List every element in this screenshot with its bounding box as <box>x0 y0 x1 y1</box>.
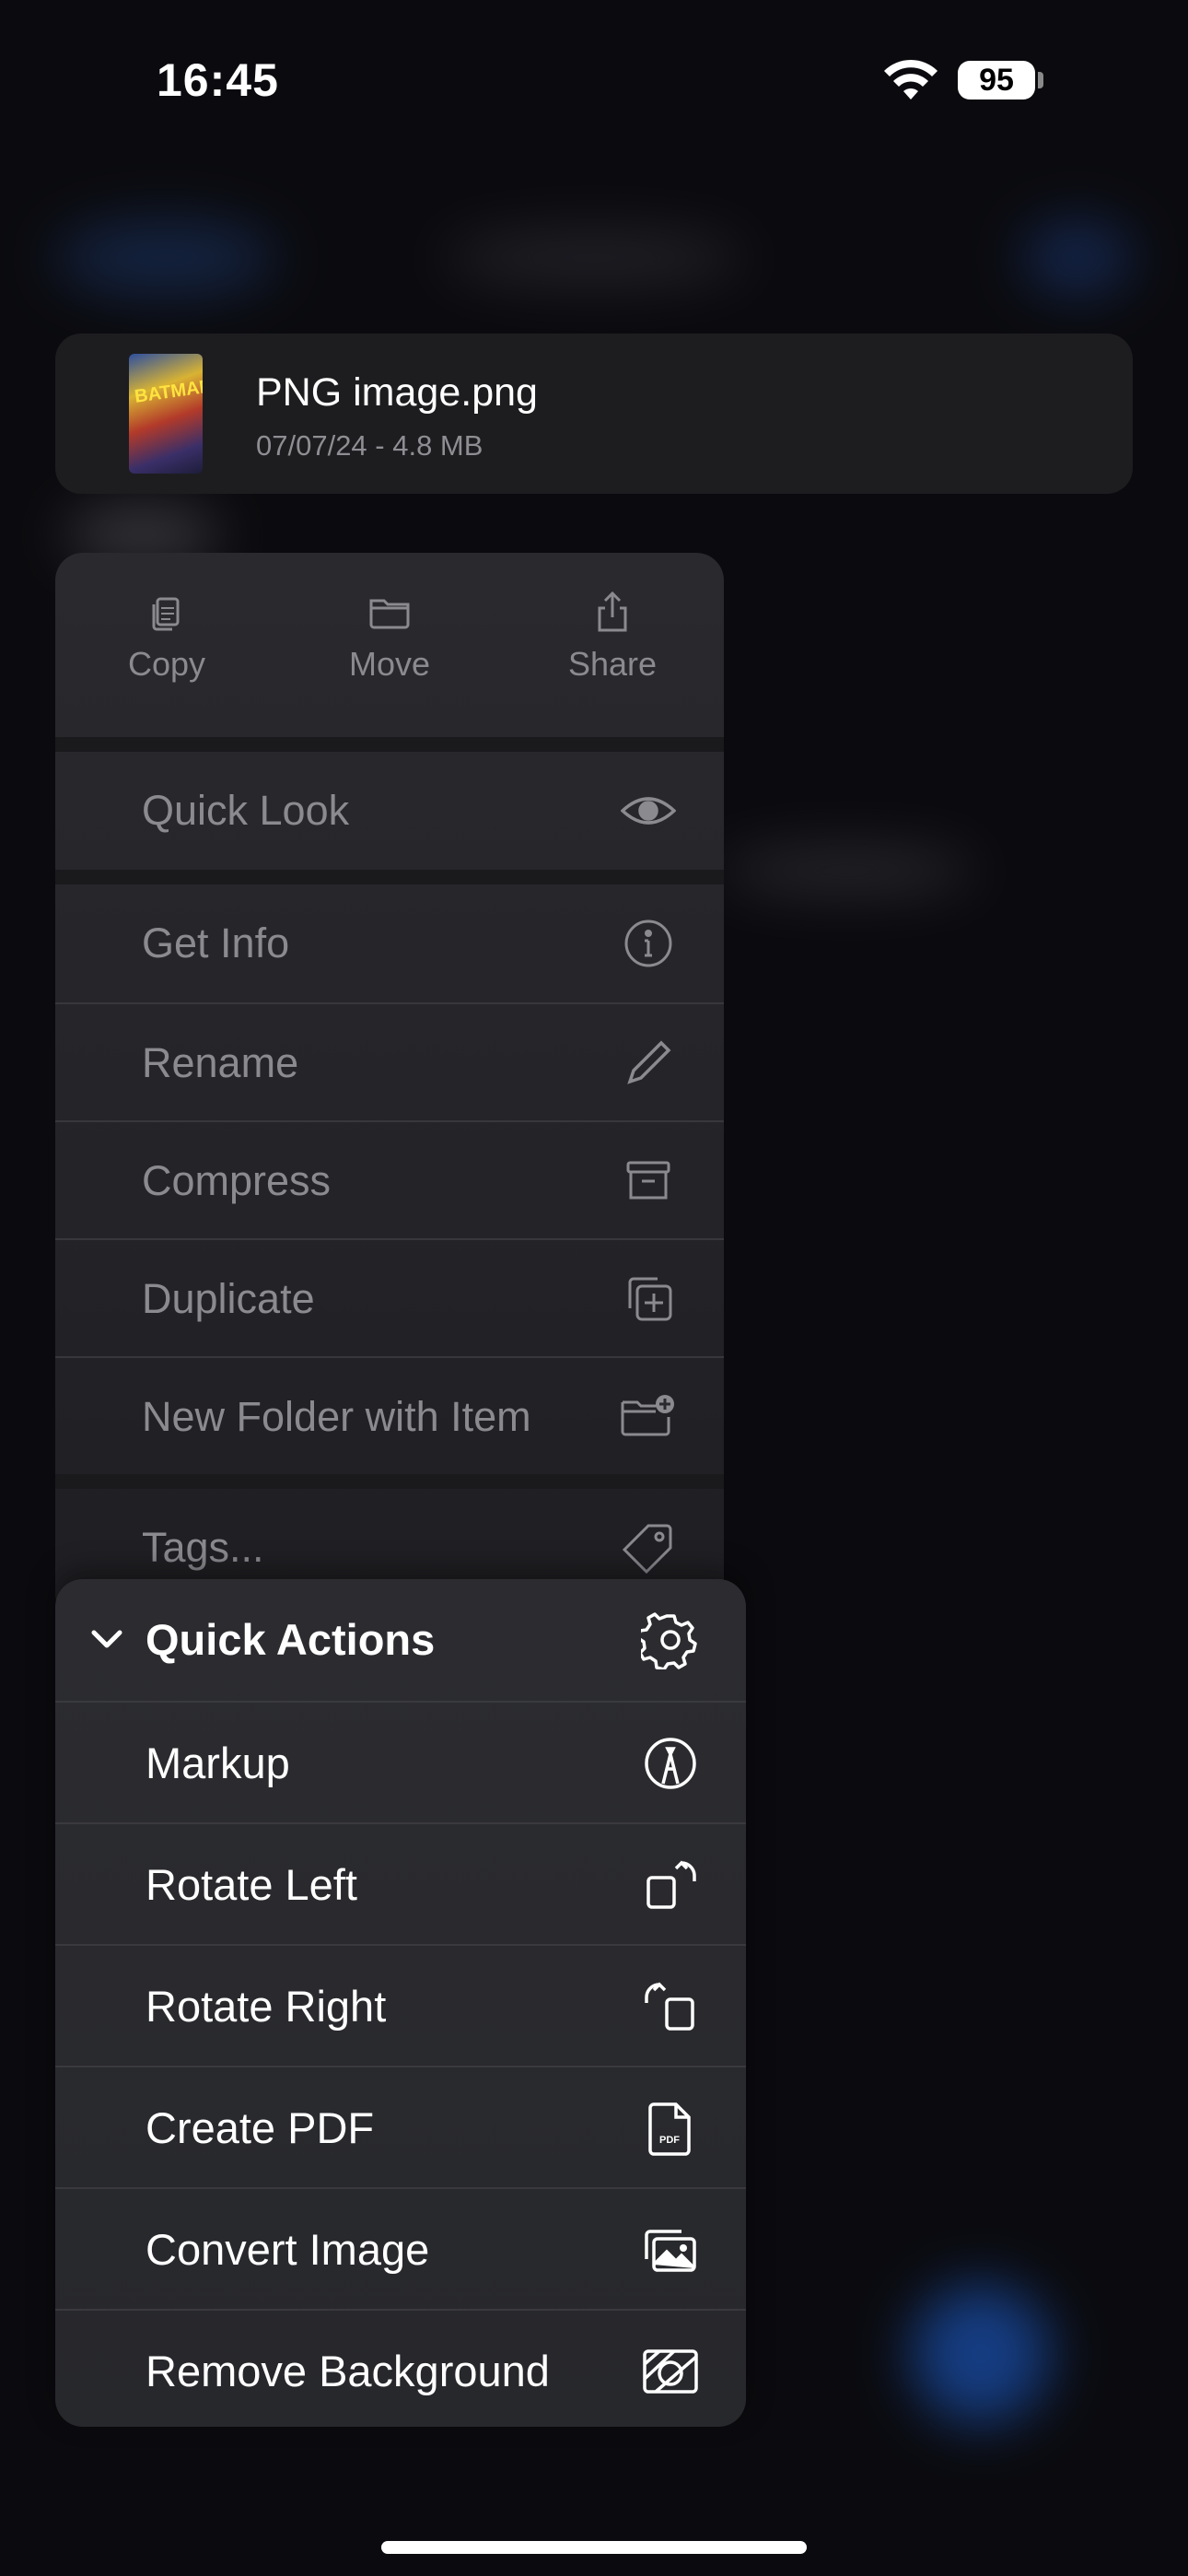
quick-action-create-pdf[interactable]: Create PDF PDF <box>55 2066 746 2189</box>
quick-actions-panel: Quick Actions Markup Rotate Left Rotate … <box>55 1579 746 2427</box>
file-meta: 07/07/24 - 4.8 MB <box>256 429 483 462</box>
share-icon <box>598 591 627 632</box>
info-icon <box>624 919 672 967</box>
share-button[interactable]: Share <box>501 553 724 737</box>
menu-divider <box>55 1474 724 1489</box>
chevron-down-icon <box>91 1630 122 1648</box>
photos-icon <box>645 2230 696 2272</box>
quick-action-rotate-left[interactable]: Rotate Left <box>55 1822 746 1946</box>
duplicate-icon <box>628 1277 672 1321</box>
folder-plus-icon <box>621 1395 674 1436</box>
eye-icon <box>621 797 676 825</box>
battery-indicator: 95 <box>958 61 1035 100</box>
copy-icon <box>152 597 180 631</box>
quick-action-remove-background[interactable]: Remove Background <box>55 2309 746 2427</box>
file-name: PNG image.png <box>256 370 538 415</box>
menu-item-get-info[interactable]: Get Info <box>55 884 724 1002</box>
markup-icon <box>645 1738 696 1789</box>
pdf-document-icon: PDF <box>648 2102 691 2156</box>
gear-icon <box>641 1612 697 1669</box>
rotate-right-icon <box>645 1982 694 2031</box>
menu-item-quick-look[interactable]: Quick Look <box>55 752 724 870</box>
pencil-icon <box>627 1040 671 1084</box>
move-button[interactable]: Move <box>278 553 501 737</box>
svg-text:PDF: PDF <box>659 2135 680 2146</box>
thumbnail-logo-text: BATMAN <box>133 376 203 407</box>
status-time: 16:45 <box>157 54 279 106</box>
folder-icon <box>369 599 410 629</box>
menu-item-compress[interactable]: Compress <box>55 1120 724 1240</box>
menu-item-rename[interactable]: Rename <box>55 1002 724 1122</box>
menu-divider <box>55 737 724 752</box>
copy-button[interactable]: Copy <box>55 553 278 737</box>
tag-icon <box>622 1524 672 1575</box>
rotate-left-icon <box>646 1860 696 1909</box>
quick-actions-header[interactable]: Quick Actions <box>55 1579 746 1701</box>
menu-item-new-folder-with-item[interactable]: New Folder with Item <box>55 1356 724 1476</box>
wifi-icon <box>884 59 938 100</box>
file-preview-card: BATMAN PNG image.png 07/07/24 - 4.8 MB <box>55 334 1133 494</box>
menu-divider <box>55 870 724 884</box>
quick-action-convert-image[interactable]: Convert Image <box>55 2187 746 2311</box>
archive-box-icon <box>626 1161 670 1200</box>
remove-background-icon <box>643 2349 698 2394</box>
quick-action-markup[interactable]: Markup <box>55 1701 746 1824</box>
context-menu: Copy Move Share Quick Look Get Info Rena… <box>55 553 724 1622</box>
top-actions-row: Copy Move Share <box>55 553 724 737</box>
battery-nub <box>1038 72 1043 88</box>
file-thumbnail: BATMAN <box>129 354 203 474</box>
menu-item-duplicate[interactable]: Duplicate <box>55 1238 724 1358</box>
quick-action-rotate-right[interactable]: Rotate Right <box>55 1944 746 2067</box>
home-indicator[interactable] <box>381 2541 807 2554</box>
